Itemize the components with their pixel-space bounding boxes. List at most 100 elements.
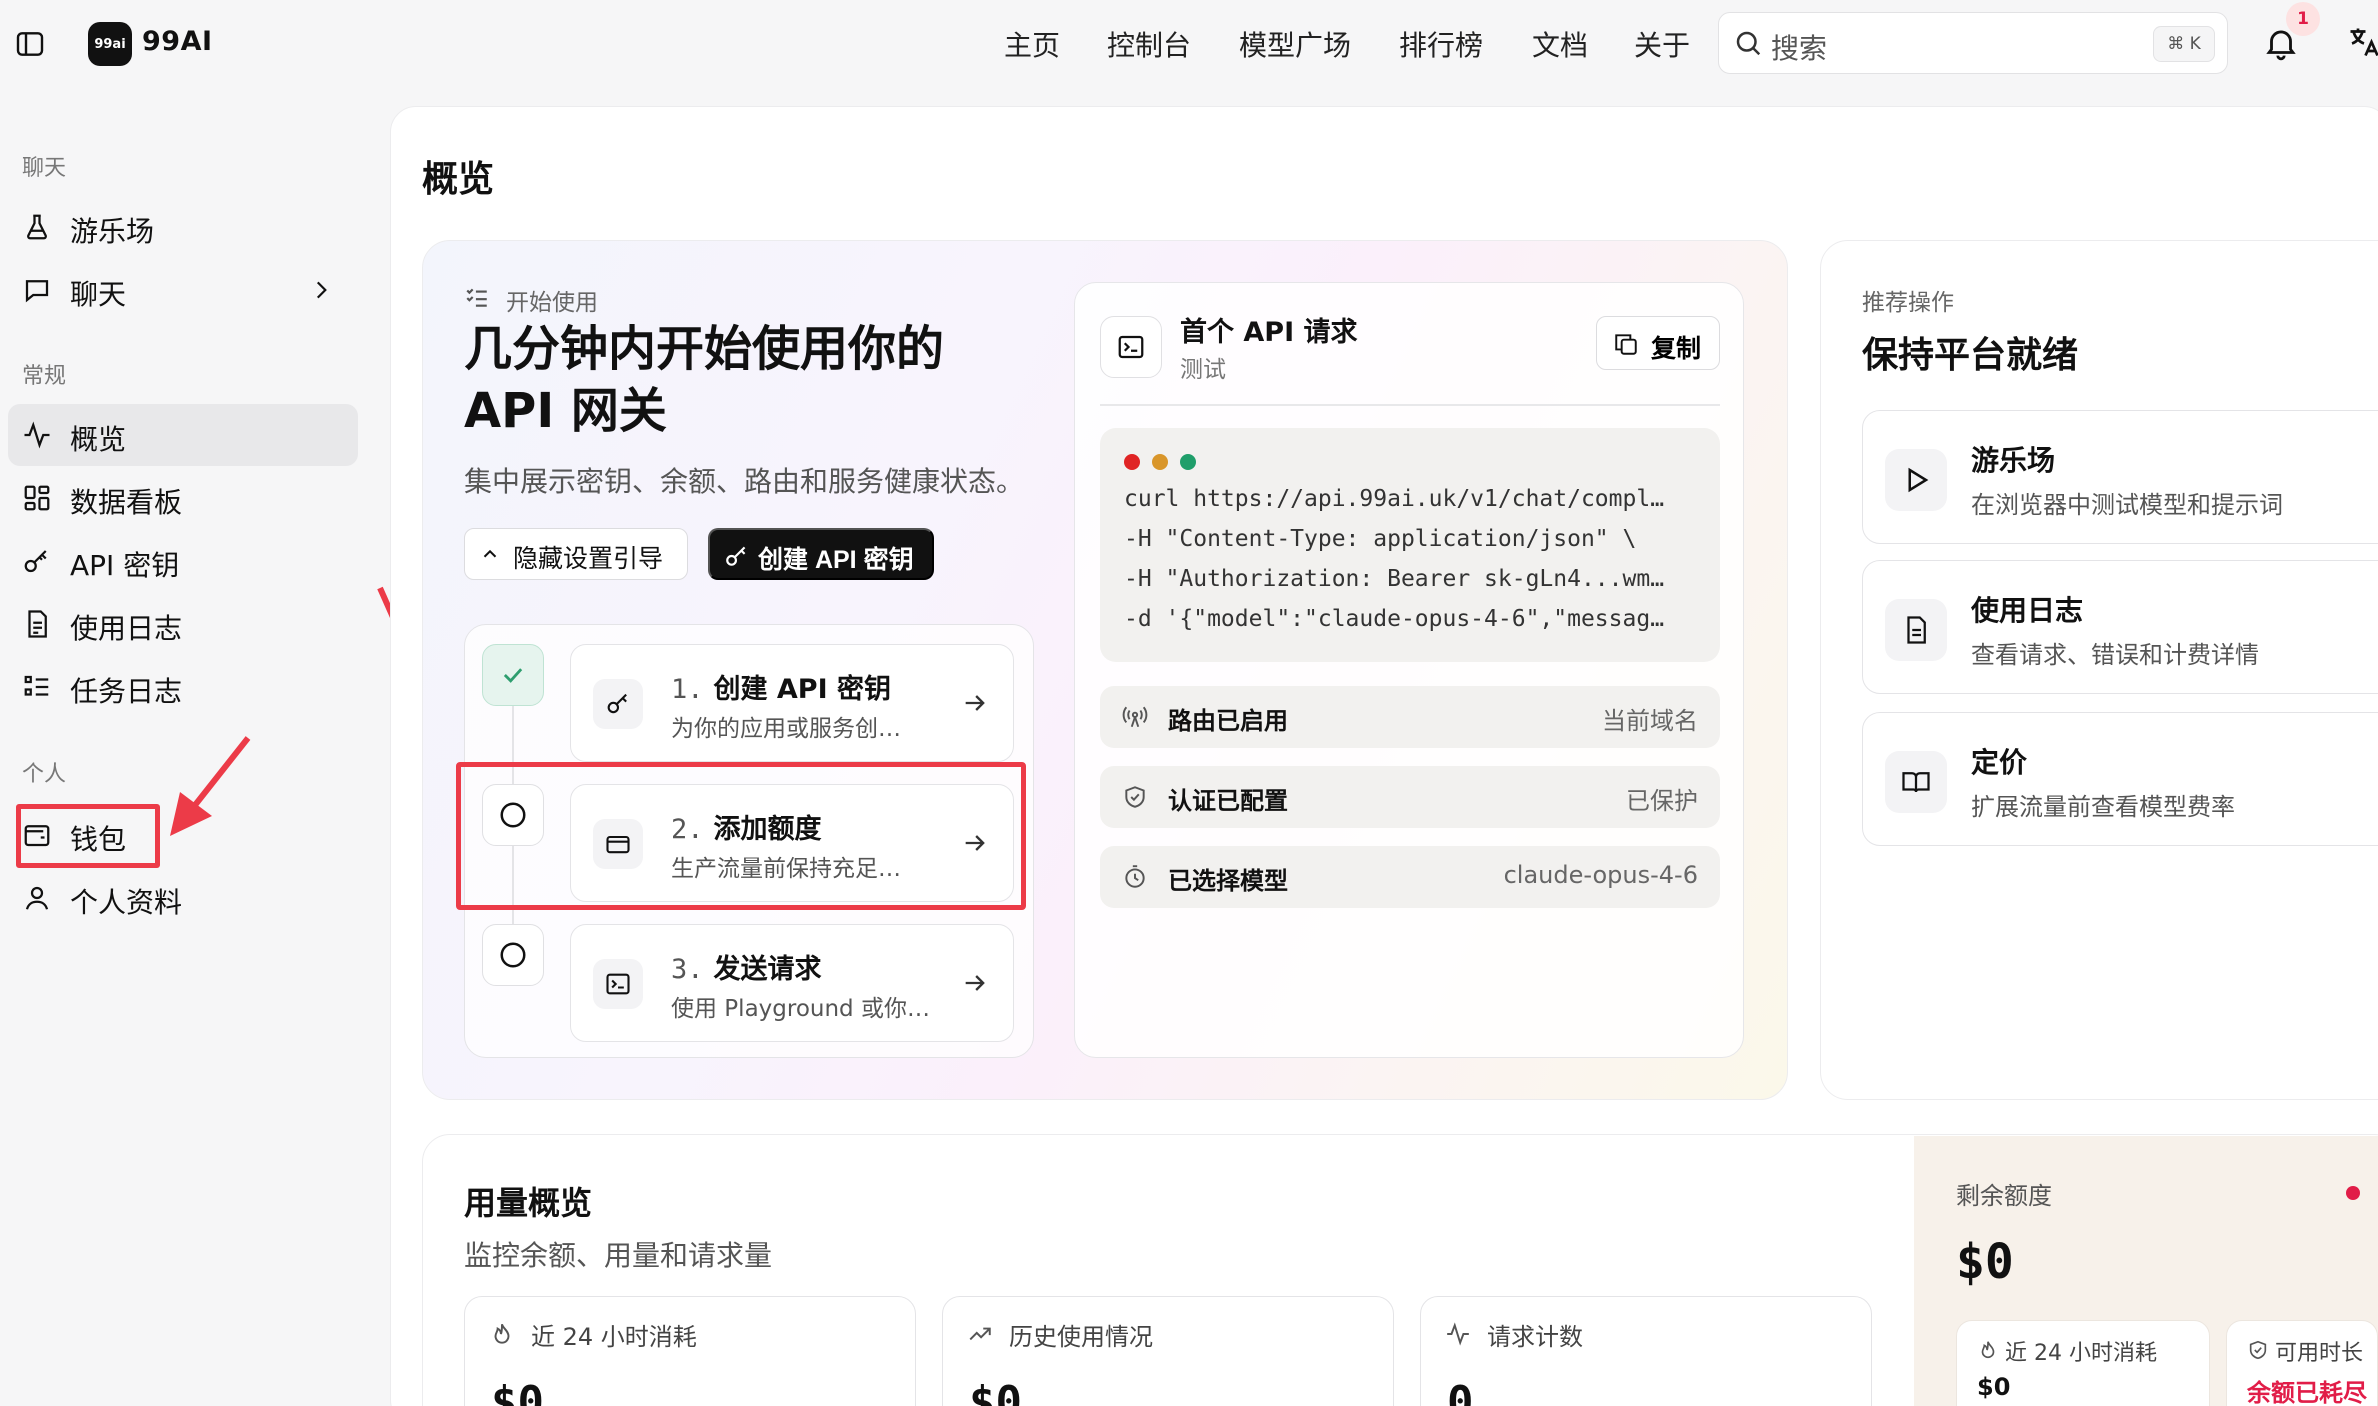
recommended-title: 使用日志 [1971,594,2084,627]
nav-home[interactable]: 主页 [1004,24,1060,64]
code-line: curl https://api.99ai.uk/v1/chat/compl… [1124,486,1665,512]
search-input[interactable]: 搜索 ⌘ K [1718,12,2228,74]
top-bar: 99ai 99AI 主页 控制台 模型广场 排行榜 文档 关于 搜索 ⌘ K 1 [0,0,2378,88]
hide-guide-button[interactable]: 隐藏设置引导 [464,528,688,580]
key-icon [593,679,643,729]
mini-value: $0 [1977,1373,2011,1401]
sidebar-section-personal: 个人 [22,762,67,787]
sidebar-item-usage-logs[interactable]: 使用日志 [8,593,358,655]
shield-check-icon [1122,784,1148,810]
shield-check-icon [2247,1339,2269,1361]
brand-name[interactable]: 99AI [142,26,213,57]
window-dot-red [1124,454,1140,470]
create-api-key-button[interactable]: 创建 API 密钥 [708,528,934,580]
balance-duration: 可用时长 余额已耗尽 [2226,1320,2378,1406]
code-line: -d '{"model":"claude-opus-4-6","messag… [1124,606,1665,632]
play-icon [1885,449,1947,511]
divider [1100,404,1720,406]
brand-logo[interactable]: 99ai [88,22,132,66]
hide-guide-label: 隐藏设置引导 [513,545,664,573]
nav-console[interactable]: 控制台 [1107,24,1191,64]
code-line: -H "Content-Type: application/json" \ [1124,526,1637,552]
key-icon [724,543,750,569]
usage-title: 用量概览 [464,1184,593,1222]
window-dot-green [1180,454,1196,470]
request-subtitle: 测试 [1180,357,1226,383]
grid-icon [22,483,52,513]
activity-icon [22,420,52,450]
sidebar-item-overview[interactable]: 概览 [8,404,358,466]
sidebar-item-label: API 密钥 [70,549,180,582]
status-value: 当前域名 [1602,707,1698,735]
sidebar-item-label: 个人资料 [70,886,183,919]
activity-icon [1445,1321,1471,1347]
search-placeholder: 搜索 [1771,32,1828,65]
sidebar-item-task-logs[interactable]: 任务日志 [8,656,358,718]
nav-about[interactable]: 关于 [1634,24,1690,64]
sidebar-item-label: 游乐场 [70,215,155,248]
recommended-desc: 扩展流量前查看模型费率 [1971,793,2235,821]
metric-label: 近 24 小时消耗 [531,1323,697,1351]
hero-title: 几分钟内开始使用你的 API 网关 [464,321,945,439]
window-dot-yellow [1152,454,1168,470]
step-1-card[interactable]: 1. 创建 API 密钥 为你的应用或服务创… [570,644,1014,762]
list-checks-icon [22,672,52,702]
status-value: claude-opus-4-6 [1503,861,1698,889]
recommended-kicker: 推荐操作 [1862,290,1954,316]
page-title: 概览 [422,159,495,200]
create-api-key-label: 创建 API 密钥 [758,546,914,574]
sidebar-item-label: 概览 [70,423,127,456]
metric-value: $0 [491,1377,544,1406]
metric-value: $0 [969,1377,1022,1406]
sidebar-item-chat[interactable]: 聊天 [8,259,358,321]
recommended-title: 定价 [1971,746,2028,779]
nav-models[interactable]: 模型广场 [1239,24,1351,64]
status-value: 已保护 [1626,787,1698,815]
sidebar-item-api-keys[interactable]: API 密钥 [8,530,358,592]
nav-rankings[interactable]: 排行榜 [1399,24,1483,64]
sidebar-item-label: 数据看板 [70,486,183,519]
recommended-pricing[interactable]: 定价 扩展流量前查看模型费率 [1862,712,2378,846]
recommended-title: 游乐场 [1971,444,2056,477]
sidebar-item-dashboard[interactable]: 数据看板 [8,467,358,529]
sidebar-item-playground[interactable]: 游乐场 [8,196,358,258]
step-3-card[interactable]: 3. 发送请求 使用 Playground 或你… [570,924,1014,1042]
code-line: -H "Authorization: Bearer sk-gLn4...wm… [1124,566,1665,592]
metric-value: 0 [1447,1377,1474,1406]
copy-button[interactable]: 复制 [1596,316,1720,370]
terminal-icon [1100,316,1162,378]
timer-icon [1122,864,1148,890]
status-row-model: 已选择模型 claude-opus-4-6 [1100,846,1720,908]
step-title: 1. 创建 API 密钥 [671,674,892,705]
metric-label: 历史使用情况 [1009,1323,1153,1351]
flame-icon [489,1321,515,1347]
request-title: 首个 API 请求 [1180,317,1358,348]
first-request-card [1074,282,1744,1058]
sidebar-item-profile[interactable]: 个人资料 [8,867,358,929]
translate-icon[interactable] [2346,24,2378,60]
terminal-icon [593,959,643,1009]
step-3-status [482,924,544,986]
list-check-icon [464,284,490,310]
annotation-arrow-wallet [160,730,260,840]
circle-icon [500,942,526,968]
trending-up-icon [967,1321,993,1347]
nav-docs[interactable]: 文档 [1532,24,1588,64]
chevron-right-icon[interactable] [308,277,334,303]
balance-value: $0 [1956,1234,2014,1290]
recommended-playground[interactable]: 游乐场 在浏览器中测试模型和提示词 [1862,410,2378,544]
wallet-highlight-box [16,804,160,868]
key-icon [22,546,52,576]
status-row-routing: 路由已启用 当前域名 [1100,686,1720,748]
step-1-status [482,644,544,706]
flask-icon [22,212,52,242]
balance-24h-spend: 近 24 小时消耗 $0 [1956,1320,2210,1406]
sidebar-toggle-icon[interactable] [14,28,46,60]
mini-label: 近 24 小时消耗 [2005,1341,2157,1366]
mini-label: 可用时长 [2275,1341,2364,1366]
recommended-usage-logs[interactable]: 使用日志 查看请求、错误和计费详情 [1862,560,2378,694]
arrow-right-icon [961,689,989,717]
sidebar-section-chat: 聊天 [22,156,67,181]
status-label: 已选择模型 [1168,867,1288,895]
metric-request-count: 请求计数 0 [1420,1296,1872,1406]
